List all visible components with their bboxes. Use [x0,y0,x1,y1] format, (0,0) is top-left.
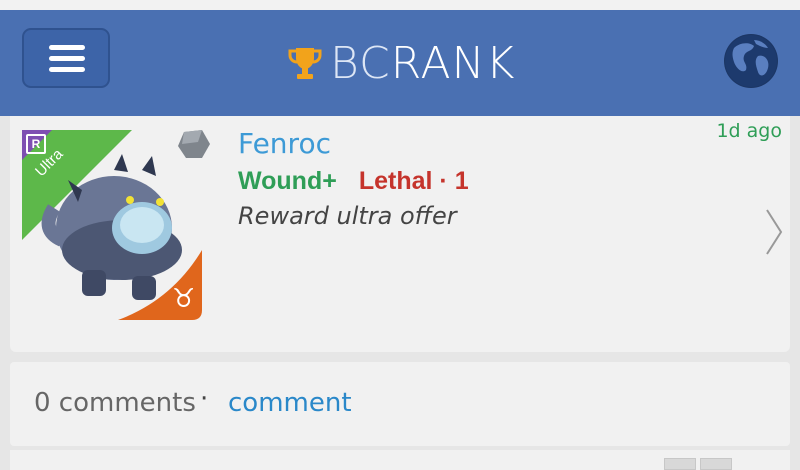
post-card[interactable]: R Ultra ♉ Fenroc Wound+ Lethal · 1 Reward… [10,116,790,352]
rarity-letter-badge: R [26,134,46,154]
trophy-icon [288,48,322,79]
post-tags: Wound+ Lethal · 1 [238,167,469,196]
top-navbar: BCRANK [0,10,800,116]
hamburger-menu-icon-bar [49,56,85,61]
brand-logo[interactable]: BCRANK [288,37,516,89]
globe-icon [725,35,777,87]
post-timestamp: 1d ago [716,120,782,142]
language-button[interactable] [724,34,778,88]
brand-text: BCRANK [330,37,516,89]
comment-count: 0 comments [34,388,196,418]
menu-button[interactable] [22,28,110,88]
monster-thumbnail[interactable]: R Ultra ♉ [22,130,210,322]
hamburger-menu-icon [49,45,85,50]
post-description: Reward ultra offer [238,202,457,230]
lethal-tag: Lethal · 1 [358,167,469,195]
wound-tag: Wound+ [238,167,337,195]
monster-name-link[interactable]: Fenroc [238,127,331,160]
add-comment-link[interactable]: comment [228,388,352,418]
comments-bar: 0 comments · comment [10,362,790,446]
stone-icon [178,130,210,158]
next-card-button[interactable] [664,458,696,470]
status-strip [0,0,800,10]
comments-separator: · [200,384,209,414]
hamburger-menu-icon-bar [49,67,85,72]
next-card [10,450,790,470]
element-taurus-icon: ♉ [172,284,196,314]
next-card-button[interactable] [700,458,732,470]
chevron-right-icon[interactable] [764,208,784,256]
